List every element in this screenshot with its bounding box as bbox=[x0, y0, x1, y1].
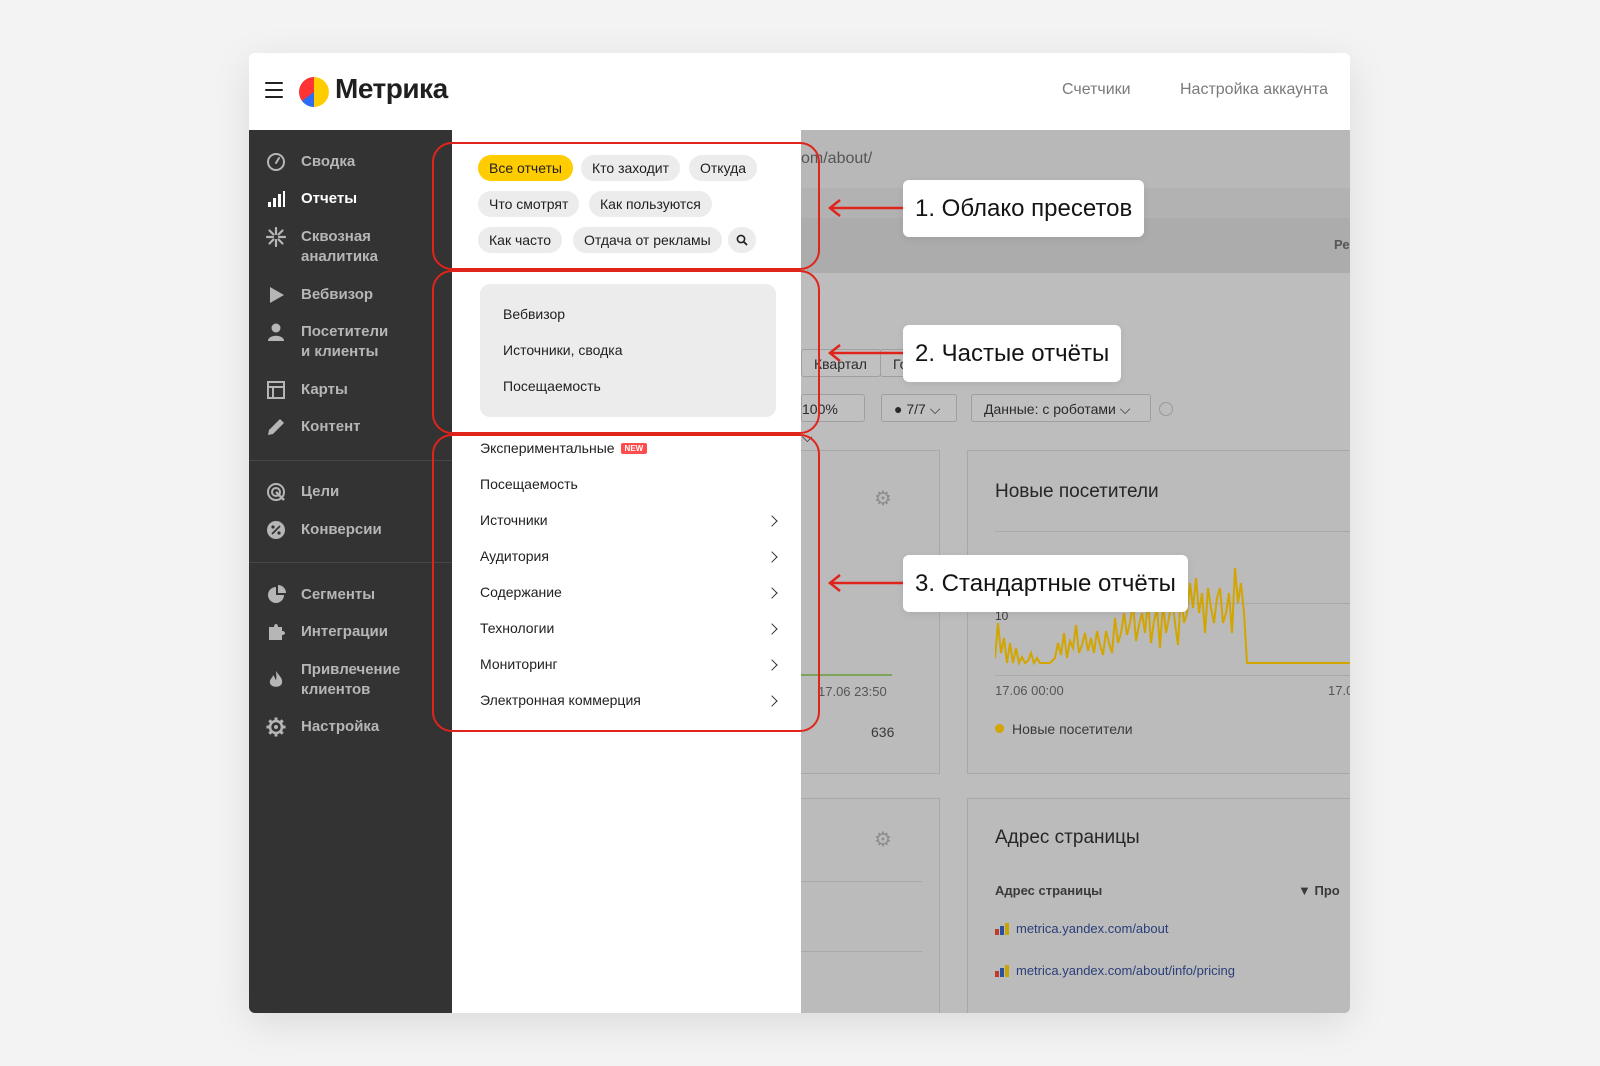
column-header-address: Адрес страницы bbox=[995, 883, 1103, 898]
sidebar-item-label: Отчеты bbox=[301, 190, 358, 207]
favicon-icon bbox=[995, 923, 1011, 935]
standard-reports-outline bbox=[432, 434, 820, 732]
sidebar-divider bbox=[249, 562, 452, 563]
sidebar-item-label: Цели bbox=[301, 483, 340, 500]
annotation-arrow-icon bbox=[827, 574, 906, 592]
pencil-icon bbox=[265, 417, 287, 437]
card-gear-icon[interactable]: ⚙ bbox=[874, 486, 892, 511]
snowflake-icon bbox=[265, 227, 287, 247]
card-title: Новые посетители bbox=[995, 481, 1159, 502]
preset-cloud-outline bbox=[432, 142, 820, 270]
sidebar-item-integrations[interactable]: Интеграции bbox=[265, 622, 388, 642]
total-value: 636 bbox=[871, 724, 895, 740]
new-visitors-card: Новые посетители 10 17.06 00:00 17.0 Нов… bbox=[967, 450, 1350, 774]
grid-line bbox=[801, 951, 922, 952]
pie-icon bbox=[265, 585, 287, 605]
card-gear-icon[interactable]: ⚙ bbox=[874, 827, 892, 852]
sidebar-item-label: Сквозная аналитика bbox=[301, 228, 378, 265]
robots-value: Данные: с роботами bbox=[984, 401, 1116, 417]
sidebar-item-settings[interactable]: Настройка bbox=[265, 717, 379, 737]
callout-standard-reports: 3. Стандартные отчёты bbox=[903, 555, 1188, 612]
sidebar-item-label: Конверсии bbox=[301, 521, 382, 538]
top-bar: Метрика Счетчики Настройка аккаунта bbox=[249, 53, 1350, 130]
x-axis-label: 17.06 23:50 bbox=[818, 684, 887, 699]
page-link[interactable]: metrica.yandex.com/about/info/pricing bbox=[1016, 963, 1235, 978]
frequent-reports-outline bbox=[432, 270, 820, 434]
sidebar: Сводка Отчеты Сквозная аналитика Вебвизо… bbox=[249, 130, 452, 1013]
sidebar-item-content[interactable]: Контент bbox=[265, 417, 360, 437]
annotation-arrow-icon bbox=[827, 344, 906, 362]
sidebar-item-visitors[interactable]: Посетители и клиенты bbox=[265, 322, 388, 362]
chart-card-left-bottom: ⚙ bbox=[801, 798, 940, 1013]
sidebar-item-conversions[interactable]: Конверсии bbox=[265, 520, 382, 540]
legend-dot bbox=[995, 724, 1004, 733]
re-fragment: Ре bbox=[1334, 237, 1350, 252]
chart-card-left: ⚙ 17.06 23:50 636 bbox=[801, 450, 940, 774]
callout-frequent-reports: 2. Частые отчёты bbox=[903, 325, 1122, 382]
sidebar-item-label: Сводка bbox=[301, 153, 356, 170]
x-axis-start: 17.06 00:00 bbox=[995, 683, 1064, 698]
sidebar-item-label: Настройка bbox=[301, 718, 380, 735]
counters-link[interactable]: Счетчики bbox=[1062, 81, 1131, 99]
help-icon[interactable] bbox=[1159, 402, 1173, 416]
bar-chart-icon bbox=[265, 189, 287, 209]
grid-line bbox=[801, 881, 922, 882]
account-settings-link[interactable]: Настройка аккаунта bbox=[1180, 81, 1328, 99]
sidebar-item-goals[interactable]: Цели bbox=[265, 482, 339, 502]
callout-preset-cloud: 1. Облако пресетов bbox=[903, 180, 1145, 237]
sidebar-item-label: Сегменты bbox=[301, 586, 376, 603]
sidebar-item-segments[interactable]: Сегменты bbox=[265, 585, 375, 605]
target-icon bbox=[265, 482, 287, 502]
flame-icon bbox=[265, 670, 287, 690]
sidebar-item-label: Интеграции bbox=[301, 623, 388, 640]
percent-icon bbox=[265, 520, 287, 540]
favicon-icon bbox=[995, 965, 1011, 977]
hamburger-menu-icon[interactable] bbox=[265, 82, 283, 98]
gear-icon bbox=[265, 717, 287, 737]
sidebar-item-maps[interactable]: Карты bbox=[265, 380, 348, 400]
page-address-card: Адрес страницы Адрес страницы ▼ Про metr… bbox=[967, 798, 1350, 1013]
legend-label: Новые посетители bbox=[1012, 721, 1133, 737]
sidebar-item-label: Карты bbox=[301, 381, 348, 398]
x-axis-next: 17.0 bbox=[1328, 683, 1350, 698]
metrica-logo-icon bbox=[299, 77, 329, 107]
sidebar-item-reports[interactable]: Отчеты bbox=[265, 189, 357, 209]
map-layout-icon bbox=[265, 380, 287, 400]
annotation-arrow-icon bbox=[827, 199, 906, 217]
attribution-value: 7/7 bbox=[906, 401, 926, 417]
column-header-sort[interactable]: ▼ Про bbox=[1298, 883, 1340, 898]
person-icon bbox=[265, 322, 287, 342]
sidebar-item-label: Вебвизор bbox=[301, 286, 374, 303]
grid-line bbox=[995, 675, 1350, 676]
grid-line bbox=[995, 531, 1350, 532]
sidebar-item-label: Контент bbox=[301, 418, 361, 435]
play-icon bbox=[265, 285, 287, 305]
sidebar-item-label: Привлечение клиентов bbox=[301, 661, 401, 698]
sidebar-divider bbox=[249, 460, 452, 461]
card-title: Адрес страницы bbox=[995, 827, 1140, 848]
sidebar-item-webvisor[interactable]: Вебвизор bbox=[265, 285, 373, 305]
attribution-button[interactable]: ● 7/7 ⌵ bbox=[881, 394, 957, 422]
page-link[interactable]: metrica.yandex.com/about bbox=[1016, 921, 1168, 936]
sidebar-item-label: Посетители и клиенты bbox=[301, 323, 389, 360]
sidebar-item-end-to-end-analytics[interactable]: Сквозная аналитика bbox=[265, 227, 378, 267]
sidebar-item-summary[interactable]: Сводка bbox=[265, 152, 355, 172]
logo-text: Метрика bbox=[335, 73, 448, 104]
gauge-icon bbox=[265, 152, 287, 172]
sidebar-item-client-acquisition[interactable]: Привлечение клиентов bbox=[265, 660, 400, 700]
robots-filter-button[interactable]: Данные: с роботами ⌵ bbox=[971, 394, 1151, 422]
puzzle-icon bbox=[265, 622, 287, 642]
